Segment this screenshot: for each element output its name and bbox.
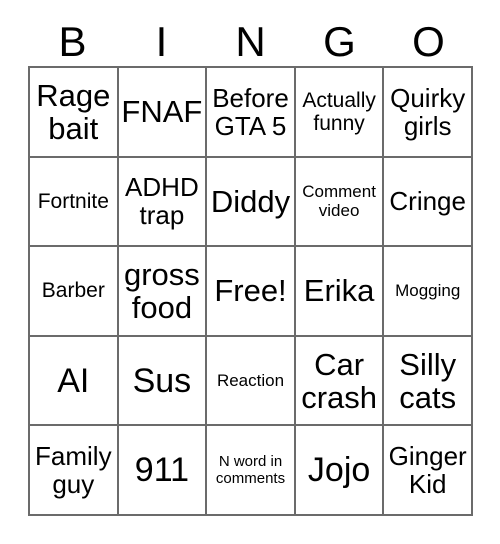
bingo-cell-label: N word in comments	[215, 453, 286, 488]
bingo-cell[interactable]: Before GTA 5	[207, 68, 296, 158]
bingo-header-letter-i: I	[155, 18, 168, 65]
bingo-cell[interactable]: Quirky girls	[384, 68, 473, 158]
bingo-cell[interactable]: AI	[30, 336, 119, 427]
bingo-cell[interactable]: Fortnite	[30, 157, 119, 248]
bingo-cell-label: Actually funny	[302, 88, 376, 135]
bingo-cell[interactable]: Barber	[30, 247, 119, 337]
bingo-cell[interactable]: N word in comments	[207, 426, 296, 516]
bingo-cell[interactable]: 911	[118, 426, 208, 516]
bingo-cell-label: Free!	[214, 273, 287, 309]
bingo-cell-label: Rage bait	[36, 77, 111, 146]
bingo-cell[interactable]: Erika	[295, 247, 385, 337]
bingo-cell[interactable]: Rage bait	[30, 68, 119, 158]
bingo-cell-label: Barber	[41, 279, 105, 303]
bingo-header-letter-b: B	[58, 18, 87, 65]
bingo-cell-free-space[interactable]: Free!	[207, 247, 296, 337]
bingo-cell-label: Mogging	[395, 281, 461, 301]
bingo-cell-label: Quirky girls	[390, 82, 466, 141]
bingo-cell-label: Cringe	[389, 186, 466, 217]
bingo-cell-label: gross food	[123, 256, 200, 325]
bingo-cell-label: ADHD trap	[125, 172, 199, 231]
bingo-header-row: B I N G O	[28, 18, 473, 66]
bingo-cell-label: Family guy	[35, 441, 112, 500]
bingo-cell[interactable]: Comment video	[295, 157, 385, 248]
bingo-header-letter-o: O	[412, 18, 445, 65]
bingo-cell-label: Diddy	[210, 183, 291, 219]
bingo-cell-label: Jojo	[307, 451, 371, 490]
bingo-grid: Rage bait FNAF Before GTA 5 Actually fun…	[28, 66, 473, 516]
bingo-cell[interactable]: Mogging	[384, 247, 473, 337]
bingo-cell-label: Before GTA 5	[212, 82, 289, 141]
bingo-cell[interactable]: Actually funny	[295, 68, 385, 158]
bingo-cell-label: Sus	[132, 361, 192, 400]
bingo-header-letter-n: N	[235, 18, 266, 65]
bingo-cell[interactable]: Diddy	[207, 157, 296, 248]
bingo-cell-label: 911	[134, 451, 189, 490]
bingo-header-letter-g: G	[323, 18, 356, 65]
bingo-cell[interactable]: Car crash	[295, 336, 385, 427]
bingo-cell-label: Fortnite	[37, 189, 109, 213]
bingo-card: B I N G O Rage bait FNAF Before GTA 5 Ac…	[0, 0, 500, 544]
bingo-cell-label: Car crash	[301, 346, 377, 415]
bingo-cell[interactable]: Reaction	[207, 336, 296, 427]
bingo-cell[interactable]: Ginger Kid	[384, 426, 473, 516]
bingo-cell[interactable]: Sus	[118, 336, 208, 427]
bingo-cell-label: Comment video	[302, 182, 376, 221]
bingo-cell[interactable]: gross food	[118, 247, 208, 337]
bingo-cell[interactable]: Cringe	[384, 157, 473, 248]
bingo-cell-label: Erika	[303, 273, 375, 309]
bingo-cell[interactable]: Family guy	[30, 426, 119, 516]
bingo-cell[interactable]: Silly cats	[384, 336, 473, 427]
bingo-cell[interactable]: FNAF	[118, 68, 208, 158]
bingo-cell-label: FNAF	[121, 94, 203, 130]
bingo-cell-label: Silly cats	[399, 346, 457, 415]
bingo-cell[interactable]: Jojo	[295, 426, 385, 516]
bingo-cell-label: AI	[57, 361, 90, 400]
bingo-cell-label: Ginger Kid	[388, 441, 467, 500]
bingo-cell[interactable]: ADHD trap	[118, 157, 208, 248]
bingo-cell-label: Reaction	[216, 371, 285, 391]
